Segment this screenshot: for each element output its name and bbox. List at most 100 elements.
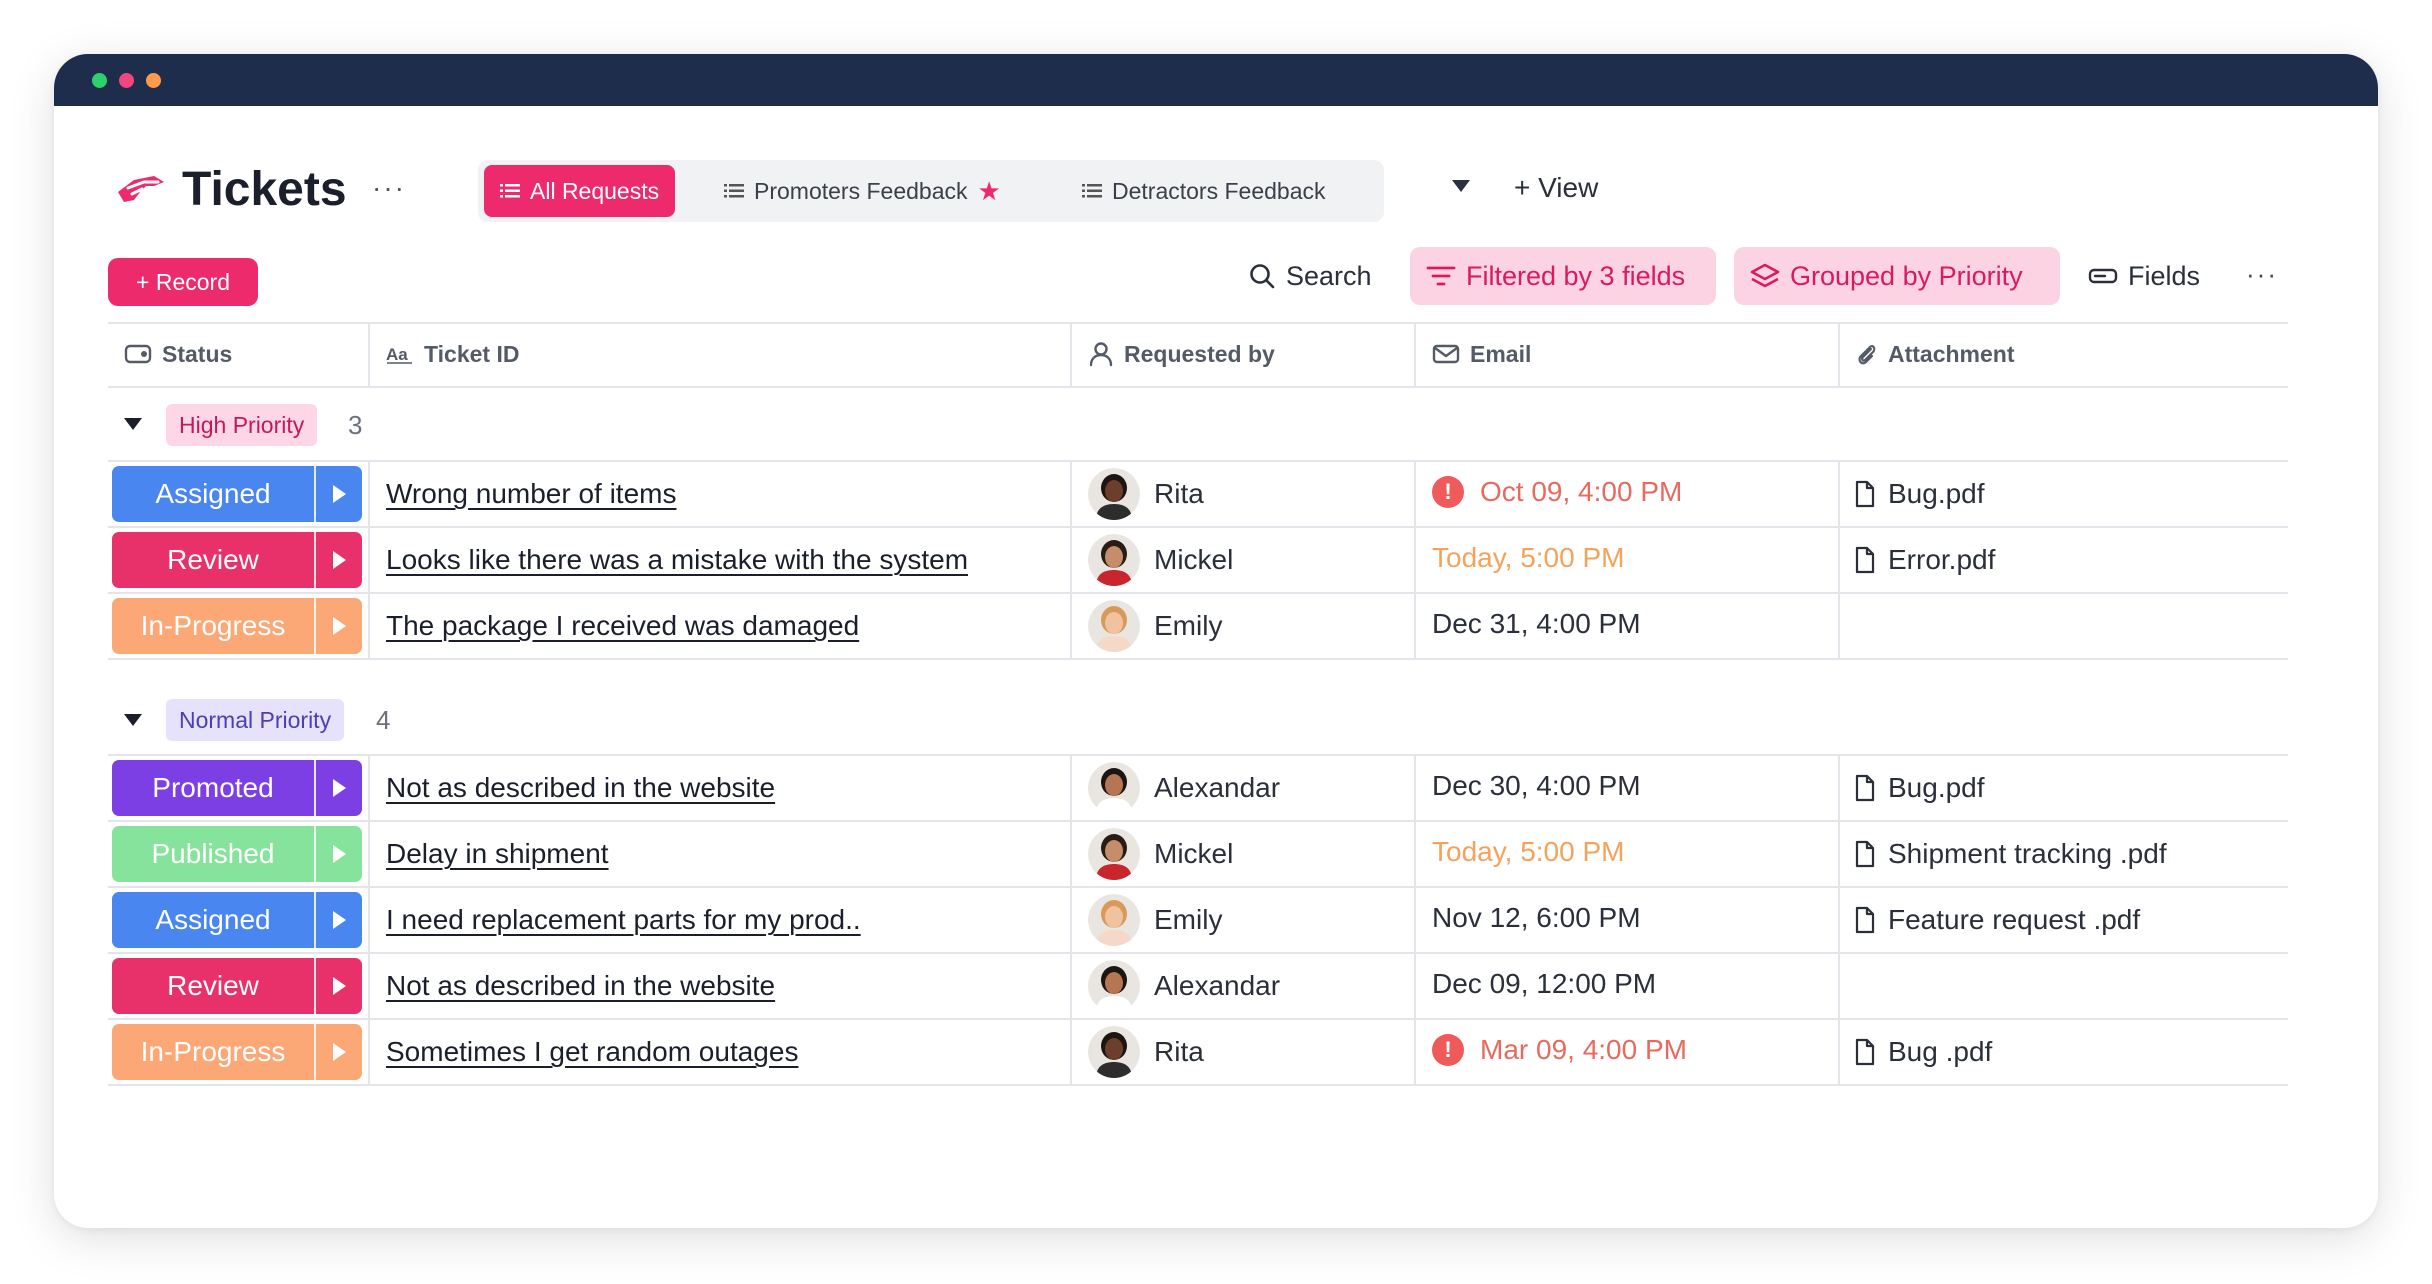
ticket-link[interactable]: Sometimes I get random outages <box>386 1020 798 1084</box>
status-pill[interactable]: In-Progress <box>112 598 362 654</box>
alert-icon: ! <box>1432 1034 1464 1066</box>
email-cell[interactable]: ! Oct 09, 4:00 PM <box>1432 460 1682 524</box>
column-divider <box>1070 460 1072 658</box>
attachment-cell[interactable]: Bug.pdf <box>1854 756 1985 820</box>
requester-cell[interactable]: Rita <box>1088 1020 1204 1084</box>
ticket-link[interactable]: I need replacement parts for my prod.. <box>386 888 861 952</box>
search-button[interactable]: Search <box>1232 247 1388 305</box>
ticket-link[interactable]: Wrong number of items <box>386 462 677 526</box>
requester-cell[interactable]: Alexandar <box>1088 756 1280 820</box>
window-dot-red[interactable] <box>119 73 134 88</box>
email-cell[interactable]: Nov 12, 6:00 PM <box>1432 886 1641 950</box>
status-pill[interactable]: Promoted <box>112 760 362 816</box>
status-expand-button[interactable] <box>316 760 362 816</box>
group-button[interactable]: Grouped by Priority <box>1734 247 2060 305</box>
column-header-attachment[interactable]: Attachment <box>1854 324 2015 384</box>
status-expand-button[interactable] <box>316 826 362 882</box>
ticket-link[interactable]: Not as described in the website <box>386 954 775 1018</box>
filter-button[interactable]: Filtered by 3 fields <box>1410 247 1716 305</box>
attachment-cell[interactable]: Bug.pdf <box>1854 462 1985 526</box>
column-divider <box>1838 460 1840 658</box>
views-dropdown-caret-icon[interactable] <box>1452 180 1470 192</box>
email-cell[interactable]: ! Mar 09, 4:00 PM <box>1432 1018 1687 1082</box>
ticket-link[interactable]: Not as described in the website <box>386 756 775 820</box>
email-cell[interactable]: Today, 5:00 PM <box>1432 526 1624 590</box>
requester-name: Mickel <box>1154 838 1234 869</box>
email-cell[interactable]: Dec 30, 4:00 PM <box>1432 754 1641 818</box>
email-cell[interactable]: Dec 31, 4:00 PM <box>1432 592 1641 656</box>
tab-detractors-feedback[interactable]: Detractors Feedback <box>1066 165 1341 217</box>
play-icon <box>332 1043 346 1061</box>
email-value: Mar 09, 4:00 PM <box>1480 1034 1687 1065</box>
window-dot-orange[interactable] <box>146 73 161 88</box>
status-expand-button[interactable] <box>316 892 362 948</box>
email-cell[interactable]: Today, 5:00 PM <box>1432 820 1624 884</box>
collapse-caret-icon[interactable] <box>124 714 142 726</box>
column-divider <box>368 324 370 386</box>
email-cell[interactable]: Dec 09, 12:00 PM <box>1432 952 1656 1016</box>
toolbar-more-button[interactable]: ··· <box>2246 252 2278 296</box>
status-expand-button[interactable] <box>316 1024 362 1080</box>
column-divider <box>1838 754 1840 1084</box>
attachment-name: Bug.pdf <box>1888 478 1985 509</box>
column-header-status[interactable]: Status <box>124 324 232 384</box>
email-value: Oct 09, 4:00 PM <box>1480 476 1683 507</box>
group-label: Grouped by Priority <box>1790 260 2023 291</box>
fields-icon <box>2088 268 2118 284</box>
tab-promoters-feedback[interactable]: Promoters Feedback ★ <box>708 165 1017 217</box>
play-icon <box>332 911 346 929</box>
avatar <box>1088 894 1140 946</box>
attachment-cell[interactable]: Feature request .pdf <box>1854 888 2140 952</box>
alert-icon: ! <box>1432 476 1464 508</box>
window-dot-green[interactable] <box>92 73 107 88</box>
play-icon <box>332 845 346 863</box>
status-pill[interactable]: Published <box>112 826 362 882</box>
ticket-link[interactable]: Looks like there was a mistake with the … <box>386 528 968 592</box>
status-pill[interactable]: Assigned <box>112 466 362 522</box>
add-record-button[interactable]: + Record <box>108 258 258 306</box>
column-header-requested-by[interactable]: Requested by <box>1088 324 1275 384</box>
status-pill[interactable]: Review <box>112 958 362 1014</box>
requester-cell[interactable]: Emily <box>1088 594 1222 658</box>
avatar <box>1088 1026 1140 1078</box>
play-icon <box>332 485 346 503</box>
list-icon <box>724 184 744 198</box>
email-value: Dec 09, 12:00 PM <box>1432 968 1657 999</box>
requester-cell[interactable]: Alexandar <box>1088 954 1280 1018</box>
requester-cell[interactable]: Mickel <box>1088 822 1233 886</box>
fields-button[interactable]: Fields <box>2072 247 2216 305</box>
collapse-caret-icon[interactable] <box>124 418 142 430</box>
requester-cell[interactable]: Rita <box>1088 462 1204 526</box>
status-pill[interactable]: Assigned <box>112 892 362 948</box>
email-value: Dec 30, 4:00 PM <box>1432 770 1641 801</box>
status-expand-button[interactable] <box>316 598 362 654</box>
status-label: Assigned <box>155 904 271 935</box>
attachment-cell[interactable]: Bug .pdf <box>1854 1020 1992 1084</box>
ticket-link[interactable]: The package I received was damaged <box>386 594 859 658</box>
column-header-label: Requested by <box>1124 340 1275 367</box>
column-header-label: Status <box>162 340 233 367</box>
status-label: Promoted <box>152 772 274 803</box>
status-label: Review <box>167 544 259 575</box>
status-expand-button[interactable] <box>316 466 362 522</box>
search-label: Search <box>1286 260 1372 291</box>
column-divider <box>1414 754 1416 1084</box>
status-pill[interactable]: In-Progress <box>112 1024 362 1080</box>
status-expand-button[interactable] <box>316 958 362 1014</box>
attachment-cell[interactable]: Shipment tracking .pdf <box>1854 822 2167 886</box>
column-header-ticket-id[interactable]: Aa Ticket ID <box>386 324 519 384</box>
title-more-button[interactable]: ··· <box>372 164 406 212</box>
status-pill[interactable]: Review <box>112 532 362 588</box>
avatar <box>1088 534 1140 586</box>
add-view-button[interactable]: + View <box>1514 166 1598 210</box>
column-divider <box>368 460 370 658</box>
tab-all-requests[interactable]: All Requests <box>484 165 676 217</box>
file-icon <box>1855 1038 1875 1066</box>
column-header-email[interactable]: Email <box>1432 324 1531 384</box>
requester-cell[interactable]: Emily <box>1088 888 1222 952</box>
attachment-cell[interactable]: Error.pdf <box>1854 528 1995 592</box>
ticket-link[interactable]: Delay in shipment <box>386 822 609 886</box>
requester-cell[interactable]: Mickel <box>1088 528 1233 592</box>
group-count: 4 <box>376 705 391 735</box>
status-expand-button[interactable] <box>316 532 362 588</box>
